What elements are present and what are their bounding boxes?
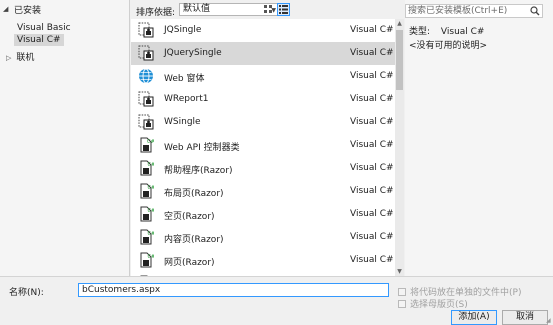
template-name: Web API 控制器类 bbox=[164, 143, 240, 153]
template-row[interactable]: C# Web API 控制器类 Visual C# bbox=[131, 134, 395, 157]
search-icon[interactable] bbox=[530, 6, 540, 16]
grid-view-icon bbox=[264, 5, 272, 13]
razor-file-icon: C# bbox=[138, 183, 155, 199]
template-search-input[interactable]: 搜索已安装模板(Ctrl+E) bbox=[405, 4, 543, 18]
tree-item-visual-basic[interactable]: Visual Basic bbox=[17, 22, 71, 34]
template-name: JQuerySingle bbox=[164, 48, 222, 58]
template-type-line: 类型: Visual C# bbox=[409, 24, 484, 37]
tree-node-installed[interactable]: ◢ 已安装 bbox=[3, 2, 130, 16]
template-row[interactable]: JQSingle Visual C# bbox=[131, 19, 395, 42]
checkbox-box[interactable] bbox=[398, 299, 406, 308]
sort-dropdown-value: 默认值 bbox=[183, 4, 211, 14]
checkbox-box[interactable] bbox=[398, 287, 406, 296]
template-name: Web 窗体 bbox=[164, 74, 205, 84]
collapse-arrow-icon[interactable]: ▷ bbox=[6, 52, 11, 64]
template-language: Visual C# bbox=[350, 117, 394, 127]
template-list-scrollbar[interactable]: ▲ ▼ bbox=[395, 19, 404, 276]
template-language: Visual C# bbox=[350, 25, 394, 35]
razor-file-icon: C# bbox=[138, 229, 155, 245]
template-language: Visual C# bbox=[350, 209, 394, 219]
svg-text:C#: C# bbox=[148, 231, 155, 237]
template-name: 网页(Razor) bbox=[164, 258, 215, 268]
template-language: Visual C# bbox=[350, 186, 394, 196]
sort-label: 排序依据: bbox=[136, 8, 176, 18]
razor-file-icon: C# bbox=[138, 206, 155, 222]
svg-text:C#: C# bbox=[148, 254, 155, 260]
template-page-icon bbox=[138, 22, 154, 38]
scroll-down-icon[interactable]: ▼ bbox=[396, 268, 403, 275]
svg-text:C#: C# bbox=[148, 185, 155, 191]
scrollbar-thumb[interactable] bbox=[396, 30, 403, 90]
tree-node-online-label: 联机 bbox=[16, 53, 35, 63]
select-master-page-checkbox[interactable]: 选择母版页(S) bbox=[398, 297, 468, 310]
template-name: 布局页(Razor) bbox=[164, 189, 224, 199]
name-label: 名称(N): bbox=[9, 288, 44, 298]
svg-text:C#: C# bbox=[148, 162, 155, 168]
tree-item-label: Visual C# bbox=[17, 35, 61, 45]
type-label: 类型: bbox=[409, 27, 431, 37]
scroll-up-icon[interactable]: ▲ bbox=[396, 20, 403, 27]
template-name: WSingle bbox=[164, 117, 201, 127]
template-language: Visual C# bbox=[350, 255, 394, 265]
razor-file-icon: C# bbox=[138, 252, 155, 268]
svg-text:C#: C# bbox=[148, 208, 155, 214]
svg-text:C#: C# bbox=[147, 139, 154, 145]
small-icons-view-button[interactable] bbox=[262, 3, 275, 16]
template-language: Visual C# bbox=[350, 140, 394, 150]
resize-grip-icon[interactable]: ◢ bbox=[546, 318, 552, 324]
tree-node-online[interactable]: ▷ 联机 bbox=[6, 52, 34, 64]
template-language: Visual C# bbox=[350, 232, 394, 242]
template-row[interactable]: C# 空页(Razor) Visual C# bbox=[131, 203, 395, 226]
template-row[interactable]: WReport1 Visual C# bbox=[131, 88, 395, 111]
checkbox-label: 选择母版页(S) bbox=[410, 300, 468, 310]
type-value: Visual C# bbox=[440, 27, 485, 37]
template-row[interactable]: Web 窗体 Visual C# bbox=[131, 65, 395, 88]
bottom-bar: 名称(N): 将代码放在单独的文件中(P) 选择母版页(S) 添加(A) 取消 … bbox=[0, 276, 553, 325]
template-language: Visual C# bbox=[350, 71, 394, 81]
template-list[interactable]: JQSingle Visual C# JQuerySingle Visual C# We… bbox=[131, 19, 395, 276]
template-name: 空页(Razor) bbox=[164, 212, 215, 222]
csharp-file-icon: C# bbox=[138, 137, 155, 153]
template-name: 内容页(Razor) bbox=[164, 235, 224, 245]
template-row[interactable]: C# 网页(Razor) Visual C# bbox=[131, 249, 395, 272]
add-button[interactable]: 添加(A) bbox=[451, 310, 497, 325]
template-category-tree: ◢ 已安装 Visual Basic Visual C# ▷ 联机 bbox=[0, 0, 130, 276]
template-language: Visual C# bbox=[350, 163, 394, 173]
cancel-button[interactable]: 取消 bbox=[502, 310, 548, 325]
template-language: Visual C# bbox=[350, 48, 394, 58]
template-language: Visual C# bbox=[350, 94, 394, 104]
template-page-icon bbox=[138, 45, 154, 61]
template-row[interactable]: WSingle Visual C# bbox=[131, 111, 395, 134]
tree-node-installed-label: 已安装 bbox=[14, 5, 42, 16]
template-page-icon bbox=[138, 91, 154, 107]
template-row[interactable]: JQuerySingle Visual C# bbox=[131, 42, 395, 65]
razor-file-icon: C# bbox=[138, 160, 155, 176]
add-new-item-dialog: ◢ 已安装 Visual Basic Visual C# ▷ 联机 排序依据: … bbox=[0, 0, 553, 325]
template-name: WReport1 bbox=[164, 94, 209, 104]
list-toolbar: 排序依据: 默认值 ▼ bbox=[131, 0, 401, 20]
template-row[interactable]: C# 内容页(Razor) Visual C# bbox=[131, 226, 395, 249]
template-info-panel: 搜索已安装模板(Ctrl+E) 类型: Visual C# <没有可用的说明> bbox=[405, 0, 553, 276]
template-name: JQSingle bbox=[164, 25, 202, 35]
globe-icon bbox=[138, 68, 154, 84]
expand-arrow-icon[interactable]: ◢ bbox=[3, 5, 11, 13]
template-description: <没有可用的说明> bbox=[409, 41, 488, 51]
template-page-icon bbox=[138, 114, 154, 130]
template-row[interactable]: C# 帮助程序(Razor) Visual C# bbox=[131, 157, 395, 180]
tree-item-label: Visual Basic bbox=[17, 23, 71, 33]
search-placeholder: 搜索已安装模板(Ctrl+E) bbox=[408, 6, 508, 16]
details-view-button[interactable] bbox=[277, 3, 290, 16]
tree-item-visual-csharp[interactable]: Visual C# bbox=[14, 34, 64, 46]
list-view-icon bbox=[279, 5, 288, 14]
template-name: 帮助程序(Razor) bbox=[164, 166, 233, 176]
template-row[interactable]: C# 布局页(Razor) Visual C# bbox=[131, 180, 395, 203]
file-name-input[interactable] bbox=[78, 283, 389, 297]
